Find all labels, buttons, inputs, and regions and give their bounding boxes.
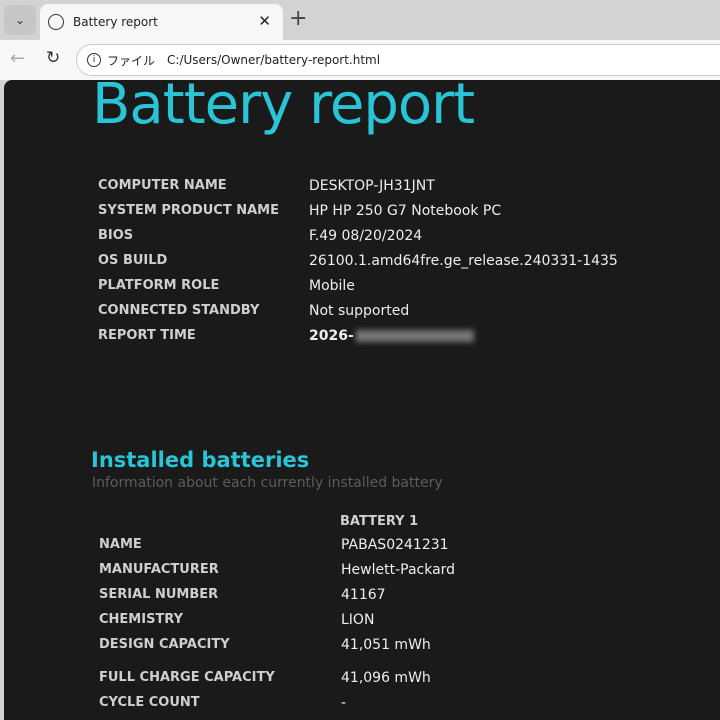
row-value: - <box>341 695 347 711</box>
row-label: OS BUILD <box>98 253 168 268</box>
back-button[interactable]: ← <box>10 48 25 69</box>
row-value: Mobile <box>309 278 355 294</box>
row-value: DESKTOP-JH31JNT <box>309 178 435 194</box>
globe-icon <box>48 14 64 30</box>
new-tab-button[interactable]: + <box>289 6 307 31</box>
page-content: Battery report COMPUTER NAME DESKTOP-JH31… <box>4 80 720 720</box>
row-value: 41,051 mWh <box>341 637 431 653</box>
toolbar: ← ↻ i ファイル C:/Users/Owner/battery-report… <box>0 40 720 80</box>
battery-column-header: BATTERY 1 <box>340 514 419 529</box>
tab-title: Battery report <box>73 15 158 29</box>
section-title: Installed batteries <box>91 448 310 472</box>
tab-list-button[interactable]: ⌄ <box>4 5 36 35</box>
row-label: CYCLE COUNT <box>99 695 200 710</box>
section-subtitle: Information about each currently install… <box>92 475 443 491</box>
row-value: HP HP 250 G7 Notebook PC <box>309 203 502 219</box>
reload-button[interactable]: ↻ <box>46 48 60 68</box>
row-label: SERIAL NUMBER <box>99 587 219 602</box>
address-bar[interactable]: i ファイル C:/Users/Owner/battery-report.htm… <box>76 44 720 76</box>
row-label: MANUFACTURER <box>99 562 219 577</box>
row-label: SYSTEM PRODUCT NAME <box>98 203 279 218</box>
row-label: PLATFORM ROLE <box>98 278 220 293</box>
row-label: REPORT TIME <box>98 328 196 343</box>
row-value: 2026- <box>309 328 474 344</box>
row-value: Not supported <box>309 303 410 319</box>
row-label: BIOS <box>98 228 134 243</box>
chevron-down-icon: ⌄ <box>14 13 26 27</box>
tab-strip: ⌄ Battery report ✕ + <box>0 0 720 40</box>
row-label: FULL CHARGE CAPACITY <box>99 670 275 685</box>
row-value: PABAS0241231 <box>341 537 449 553</box>
redacted-time <box>355 330 474 342</box>
row-value: LION <box>341 612 375 628</box>
row-value: 41167 <box>341 587 386 603</box>
row-label: NAME <box>99 537 142 552</box>
row-label: COMPUTER NAME <box>98 178 227 193</box>
url-text: C:/Users/Owner/battery-report.html <box>167 53 381 67</box>
tab-battery-report[interactable]: Battery report ✕ <box>40 4 283 40</box>
info-icon[interactable]: i <box>87 53 101 67</box>
row-label: DESIGN CAPACITY <box>99 637 230 652</box>
row-value: 26100.1.amd64fre.ge_release.240331-1435 <box>309 253 618 269</box>
row-label: CHEMISTRY <box>99 612 184 627</box>
row-value: 41,096 mWh <box>341 670 431 686</box>
row-value: Hewlett-Packard <box>341 562 456 578</box>
page-title: Battery report <box>92 80 475 137</box>
row-label: CONNECTED STANDBY <box>98 303 260 318</box>
scheme-label: ファイル <box>107 53 156 68</box>
close-tab-icon[interactable]: ✕ <box>258 12 271 30</box>
row-value: F.49 08/20/2024 <box>309 228 423 244</box>
